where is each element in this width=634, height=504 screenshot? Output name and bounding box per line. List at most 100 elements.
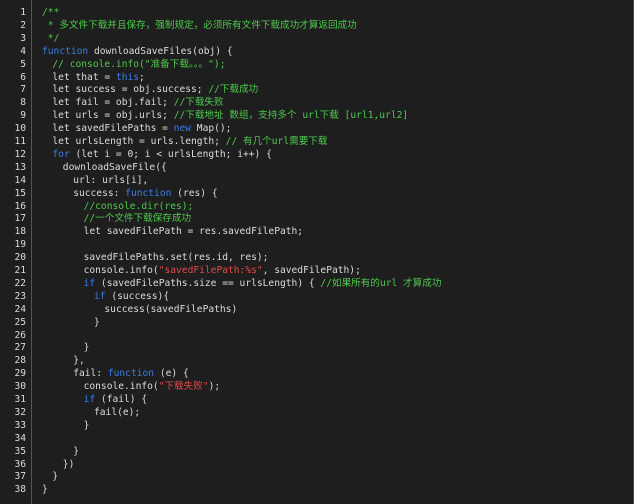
code-text: * 多文件下载并且保存，强制规定，必须所有文件下载成功才算返回成功 [42,19,357,32]
line-number: 18 [14,226,26,238]
code-line[interactable]: 8 let fail = obj.fail; //下载失败 [0,96,634,109]
line-number: 6 [20,71,26,83]
line-number: 34 [14,432,26,444]
code-line[interactable]: 37} [0,470,634,483]
code-line[interactable]: 7 let success = obj.success; //下载成功 [0,83,634,96]
line-number: 38 [14,484,26,496]
code-line[interactable]: 34 [0,432,634,445]
code-text: } [52,470,58,483]
code-line[interactable]: 9 let urls = obj.urls; //下载地址 数组，支持多个 url… [0,109,634,122]
line-number: 7 [20,84,26,96]
code-line[interactable]: 20 savedFilePaths.set(res.id, res); [0,251,634,264]
code-token: }) [62,458,75,470]
code-text: let success = obj.success; //下载成功 [52,83,258,96]
code-token: Map(); [191,123,232,135]
line-number: 2 [20,19,26,31]
code-text: } [94,316,100,329]
code-text: if (savedFilePaths.size == urlsLength) {… [84,277,442,290]
code-line[interactable]: 19 [0,238,634,251]
code-token: } [52,471,59,483]
code-line[interactable]: 27} [0,341,634,354]
code-line[interactable]: 13 downloadSaveFile({ [0,161,634,174]
code-line[interactable]: 18 let savedFilePath = res.savedFilePath; [0,225,634,238]
code-line[interactable]: 4 function downloadSaveFiles(obj) { [0,45,634,58]
line-number: 25 [14,316,26,328]
code-line[interactable]: 28}, [0,354,634,367]
code-text: }) [63,458,75,471]
code-line[interactable]: 25} [0,316,634,329]
code-token: (let i = 0; i < urlsLength; i++) { [69,148,272,160]
code-line[interactable]: 29 fail: function (e) { [0,367,634,380]
code-line[interactable]: 3 */ [0,32,634,45]
code-line[interactable]: 10 let savedFilePaths = new Map(); [0,122,634,135]
line-number: 19 [14,239,26,251]
line-number: 32 [14,406,26,418]
code-token: } [42,484,48,496]
code-comment: //console.dir(res); [83,200,194,212]
code-line[interactable]: 23 if (success){ [0,290,634,303]
code-token: fail(e); [94,406,141,418]
line-number: 30 [14,381,26,393]
code-text: } [84,419,90,432]
line-number: 17 [14,213,26,225]
line-number: 8 [20,97,26,109]
code-token: (e) { [154,368,189,380]
code-string: "下载失败" [158,381,209,393]
code-token: url: urls[i], [73,174,149,186]
code-text: //console.dir(res); [84,200,194,213]
code-comment: /** [42,7,60,18]
code-line[interactable]: 21 console.info("savedFilePath:%s", saved… [0,264,634,277]
code-line[interactable]: 35} [0,445,634,458]
code-line[interactable]: 5 // console.info("准备下载。。。"); [0,58,634,71]
line-number: 22 [14,277,26,289]
code-keyword: for [52,148,70,160]
code-line[interactable]: 15 success: function (res) { [0,187,634,200]
code-text: success: function (res) { [73,187,217,200]
code-comment: //下载成功 [208,84,259,96]
code-line[interactable]: 1 /** [0,6,634,19]
code-line[interactable]: 16 //console.dir(res); [0,200,634,213]
line-number: 5 [20,58,26,70]
code-token: downloadSaveFiles(obj) { [88,45,233,57]
code-editor[interactable]: 1/** 2 * 多文件下载并且保存，强制规定，必须所有文件下载成功才算返回成功 3… [0,0,634,504]
code-text: */ [42,32,60,45]
code-line[interactable]: 26 [0,329,634,342]
code-line[interactable]: 31 if (fail) { [0,393,634,406]
code-keyword: function [125,187,172,199]
code-token: } [94,316,100,328]
code-line[interactable]: 24 success(savedFilePaths) [0,303,634,316]
code-line[interactable]: 36}) [0,458,634,471]
line-number: 28 [14,355,26,367]
line-number: 9 [20,110,26,122]
code-comment: //下载失败 [173,97,224,109]
code-token: let urls = obj.urls; [52,110,174,122]
code-text: /** [42,6,59,19]
code-text: let savedFilePath = res.savedFilePath; [84,225,304,238]
code-line[interactable]: 38} [0,483,634,496]
code-text: savedFilePaths.set(res.id, res); [84,251,269,264]
line-number: 3 [20,32,26,44]
code-line[interactable]: 14 url: urls[i], [0,174,634,187]
code-line[interactable]: 17 //一个文件下载保存成功 [0,212,634,225]
code-line[interactable]: 6 let that = this; [0,71,634,84]
line-number: 23 [14,290,26,302]
code-line[interactable]: 22 if (savedFilePaths.size == urlsLength)… [0,277,634,290]
code-line[interactable]: 30 console.info("下载失败"); [0,380,634,393]
code-token: fail: [73,368,108,380]
code-token: console.info( [83,265,159,276]
code-comment: // console.info("准备下载。。。"); [52,58,226,70]
code-line[interactable]: 33} [0,419,634,432]
code-line[interactable]: 12 for (let i = 0; i < urlsLength; i++) { [0,148,634,161]
code-token: success: [73,187,126,199]
code-text: let urlsLength = urls.length; // 有几个url需… [52,135,327,148]
code-text: downloadSaveFile({ [63,161,167,174]
code-token: downloadSaveFile({ [62,161,167,173]
code-token: }, [73,355,85,367]
code-line[interactable]: 32 fail(e); [0,406,634,419]
code-keyword: this [115,71,140,83]
code-line[interactable]: 2 * 多文件下载并且保存，强制规定，必须所有文件下载成功才算返回成功 [0,19,634,32]
line-number: 29 [14,368,26,380]
line-number: 14 [14,174,26,186]
code-line[interactable]: 11 let urlsLength = urls.length; // 有几个ur… [0,135,634,148]
code-keyword: if [83,277,96,289]
